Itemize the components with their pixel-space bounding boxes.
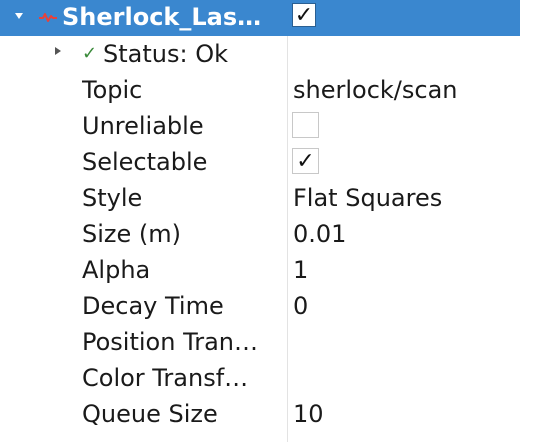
property-name: Style — [82, 184, 143, 212]
property-row-unreliable[interactable]: Unreliable — [0, 108, 538, 144]
display-item-row[interactable]: Sherlock_Las… ✓ — [0, 0, 520, 36]
property-name: Topic — [82, 76, 143, 104]
property-row-selectable[interactable]: Selectable ✓ — [0, 144, 538, 180]
property-row-queue-size[interactable]: Queue Size 10 — [0, 396, 538, 432]
property-row-topic[interactable]: Topic sherlock/scan — [0, 72, 538, 108]
display-title: Sherlock_Las… — [62, 3, 262, 31]
collapsed-arrow-icon[interactable] — [55, 47, 61, 55]
property-name: Alpha — [82, 256, 151, 284]
property-name: Size (m) — [82, 220, 181, 248]
unreliable-checkbox[interactable] — [292, 112, 319, 138]
property-name: Decay Time — [82, 292, 224, 320]
property-name: Queue Size — [82, 400, 218, 428]
property-row-position-transformer[interactable]: Position Tran… — [0, 324, 538, 360]
queue-size-value[interactable]: 10 — [293, 398, 324, 430]
decay-time-value[interactable]: 0 — [293, 290, 308, 322]
style-value[interactable]: Flat Squares — [293, 182, 442, 214]
status-row[interactable]: ✓ Status: Ok — [0, 36, 538, 72]
property-name: Unreliable — [82, 112, 204, 140]
property-row-style[interactable]: Style Flat Squares — [0, 180, 538, 216]
checkmark-icon: ✓ — [82, 43, 98, 64]
property-row-size[interactable]: Size (m) 0.01 — [0, 216, 538, 252]
status-label: Status: Ok — [103, 40, 228, 68]
property-name: Selectable — [82, 148, 208, 176]
property-row-decay-time[interactable]: Decay Time 0 — [0, 288, 538, 324]
size-value[interactable]: 0.01 — [293, 218, 346, 250]
property-row-color-transformer[interactable]: Color Transf… — [0, 360, 538, 396]
display-properties-panel: Sherlock_Las… ✓ ✓ Status: Ok Topic sherl… — [0, 0, 538, 442]
property-name: Position Tran… — [82, 328, 258, 356]
selectable-checkbox[interactable]: ✓ — [292, 148, 319, 174]
property-name: Color Transf… — [82, 364, 249, 392]
alpha-value[interactable]: 1 — [293, 254, 308, 286]
expand-arrow-icon[interactable] — [15, 13, 23, 19]
topic-value[interactable]: sherlock/scan — [293, 74, 458, 106]
laser-scan-icon — [39, 13, 57, 22]
display-enabled-checkbox[interactable]: ✓ — [292, 3, 316, 27]
property-row-alpha[interactable]: Alpha 1 — [0, 252, 538, 288]
